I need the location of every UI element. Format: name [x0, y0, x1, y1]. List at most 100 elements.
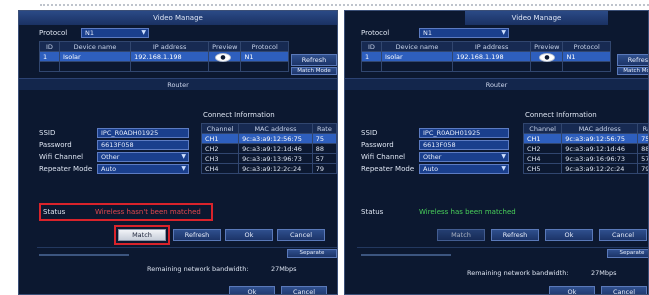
cell-mac: 9c:a3:a9:12:56:75: [561, 133, 639, 144]
connect-info-table: Channel MAC address Rate CH1 9c:a3:a9:12…: [200, 123, 337, 174]
col-channel: Channel: [200, 123, 240, 134]
refresh-button[interactable]: Refresh: [617, 54, 648, 66]
wifi-channel-select[interactable]: Other ▼: [97, 152, 189, 162]
cell-rate: 75: [637, 133, 648, 144]
table-row[interactable]: [361, 61, 611, 72]
ok-button[interactable]: Ok: [545, 229, 593, 241]
repeater-mode-select[interactable]: Auto ▼: [419, 164, 509, 174]
table-row[interactable]: 1 Isolar 192.168.1.198 N1: [39, 51, 289, 62]
table-row[interactable]: CH5 9c:a3:a9:12:2c:24 79: [522, 163, 648, 174]
router-section-title: Router: [19, 78, 337, 90]
password-field[interactable]: 6613F058: [97, 140, 189, 150]
table-row[interactable]: 1 Isolar 192.168.1.198 N1: [361, 51, 611, 62]
col-mac: MAC address: [561, 123, 639, 134]
chevron-down-icon: ▼: [501, 29, 506, 36]
chevron-down-icon: ▼: [141, 29, 146, 36]
col-rate: Rate: [637, 123, 648, 134]
table-row[interactable]: CH1 9c:a3:a9:12:56:75 75: [200, 133, 337, 144]
col-rate: Rate: [311, 123, 337, 134]
router-section-title: Router: [345, 78, 648, 90]
table-row[interactable]: [39, 61, 289, 72]
repeater-mode-value: Auto: [101, 165, 117, 173]
cell-rate: 79: [637, 163, 648, 174]
cancel-button[interactable]: Cancel: [281, 286, 327, 294]
table-row[interactable]: CH1 9c:a3:a9:12:56:75 75: [522, 133, 648, 144]
match-button[interactable]: Match: [437, 229, 485, 241]
cancel-button[interactable]: Cancel: [599, 229, 647, 241]
table-row[interactable]: CH3 9c:a3:a9:13:96:73 57: [200, 153, 337, 164]
password-label: Password: [361, 141, 394, 149]
cell-rate: 75: [311, 133, 337, 144]
chevron-down-icon: ▼: [181, 153, 186, 160]
cell-id: 1: [39, 51, 60, 62]
cell-rate: 57: [637, 153, 648, 164]
bandwidth-slider-track[interactable]: [361, 254, 451, 256]
wifi-channel-label: Wifi Channel: [39, 153, 84, 161]
wifi-channel-select[interactable]: Other ▼: [419, 152, 509, 162]
separate-button[interactable]: Separate: [607, 249, 648, 258]
bandwidth-slider-track[interactable]: [39, 254, 129, 256]
status-label: Status: [361, 208, 384, 216]
protocol-select[interactable]: N1 ▼: [81, 28, 149, 38]
cell-mac: 9c:a3:a9:12:2c:24: [238, 163, 313, 174]
protocol-value: N1: [423, 29, 432, 37]
divider: [357, 247, 648, 248]
ssid-field[interactable]: IPC_R0ADH01925: [419, 128, 509, 138]
protocol-value: N1: [85, 29, 94, 37]
eye-icon[interactable]: ●: [539, 53, 555, 62]
ssid-field[interactable]: IPC_R0ADH01925: [97, 128, 189, 138]
cell-ip: 192.168.1.198: [130, 51, 210, 62]
connect-info-table: Channel MAC address Rate CH1 9c:a3:a9:12…: [522, 123, 648, 174]
col-protocol: Protocol: [562, 41, 611, 52]
table-row[interactable]: CH2 9c:a3:a9:12:1d:46 88: [200, 143, 337, 154]
cancel-button[interactable]: Cancel: [601, 286, 647, 294]
refresh-button[interactable]: Refresh: [291, 54, 337, 66]
match-button[interactable]: Match: [118, 229, 166, 241]
refresh-button[interactable]: Refresh: [173, 229, 221, 241]
ok-button[interactable]: Ok: [229, 286, 275, 294]
protocol-select[interactable]: N1 ▼: [419, 28, 509, 38]
repeater-mode-value: Auto: [423, 165, 439, 173]
col-ip-address: IP address: [130, 41, 210, 52]
cell-protocol: N1: [240, 51, 289, 62]
repeater-mode-label: Repeater Mode: [39, 165, 93, 173]
window-title: Video Manage: [19, 11, 337, 25]
password-value: 6613F058: [101, 141, 134, 149]
match-mode-button[interactable]: Match Mode: [617, 67, 648, 75]
cell-ip: 192.168.1.198: [452, 51, 532, 62]
table-row[interactable]: CH4 9c:a3:a9:16:96:73 57: [522, 153, 648, 164]
video-manage-window-after: Video Manage Protocol N1 ▼ ID Device nam…: [344, 10, 649, 295]
password-field[interactable]: 6613F058: [419, 140, 509, 150]
cell-channel: CH5: [522, 163, 563, 174]
repeater-mode-select[interactable]: Auto ▼: [97, 164, 189, 174]
ssid-label: SSID: [361, 129, 378, 137]
cell-channel: CH3: [200, 153, 240, 164]
password-value: 6613F058: [423, 141, 456, 149]
eye-icon[interactable]: ●: [215, 53, 231, 62]
ok-button[interactable]: Ok: [225, 229, 273, 241]
match-mode-button[interactable]: Match Mode: [291, 67, 337, 75]
col-channel: Channel: [522, 123, 563, 134]
table-row[interactable]: CH4 9c:a3:a9:12:2c:24 79: [200, 163, 337, 174]
ok-button[interactable]: Ok: [549, 286, 595, 294]
status-message: Wireless hasn't been matched: [95, 208, 201, 216]
col-device-name: Device name: [380, 41, 454, 52]
bandwidth-value: 27Mbps: [271, 265, 297, 273]
refresh-button[interactable]: Refresh: [491, 229, 539, 241]
cell-rate: 88: [637, 143, 648, 154]
table-row[interactable]: CH2 9c:a3:a9:12:1d:46 88: [522, 143, 648, 154]
protocol-label: Protocol: [39, 29, 68, 37]
cell-mac: 9c:a3:a9:13:96:73: [238, 153, 313, 164]
bandwidth-label: Remaining network bandwidth:: [147, 265, 249, 273]
col-mac: MAC address: [238, 123, 313, 134]
cell-channel: CH2: [200, 143, 240, 154]
cell-id: 1: [361, 51, 382, 62]
col-preview: Preview: [208, 41, 242, 52]
chevron-down-icon: ▼: [181, 165, 186, 172]
device-table: ID Device name IP address Preview Protoc…: [39, 41, 289, 72]
col-id: ID: [361, 41, 382, 52]
separate-button[interactable]: Separate: [287, 249, 337, 258]
cancel-button[interactable]: Cancel: [277, 229, 325, 241]
wifi-channel-label: Wifi Channel: [361, 153, 406, 161]
cell-rate: 79: [311, 163, 337, 174]
